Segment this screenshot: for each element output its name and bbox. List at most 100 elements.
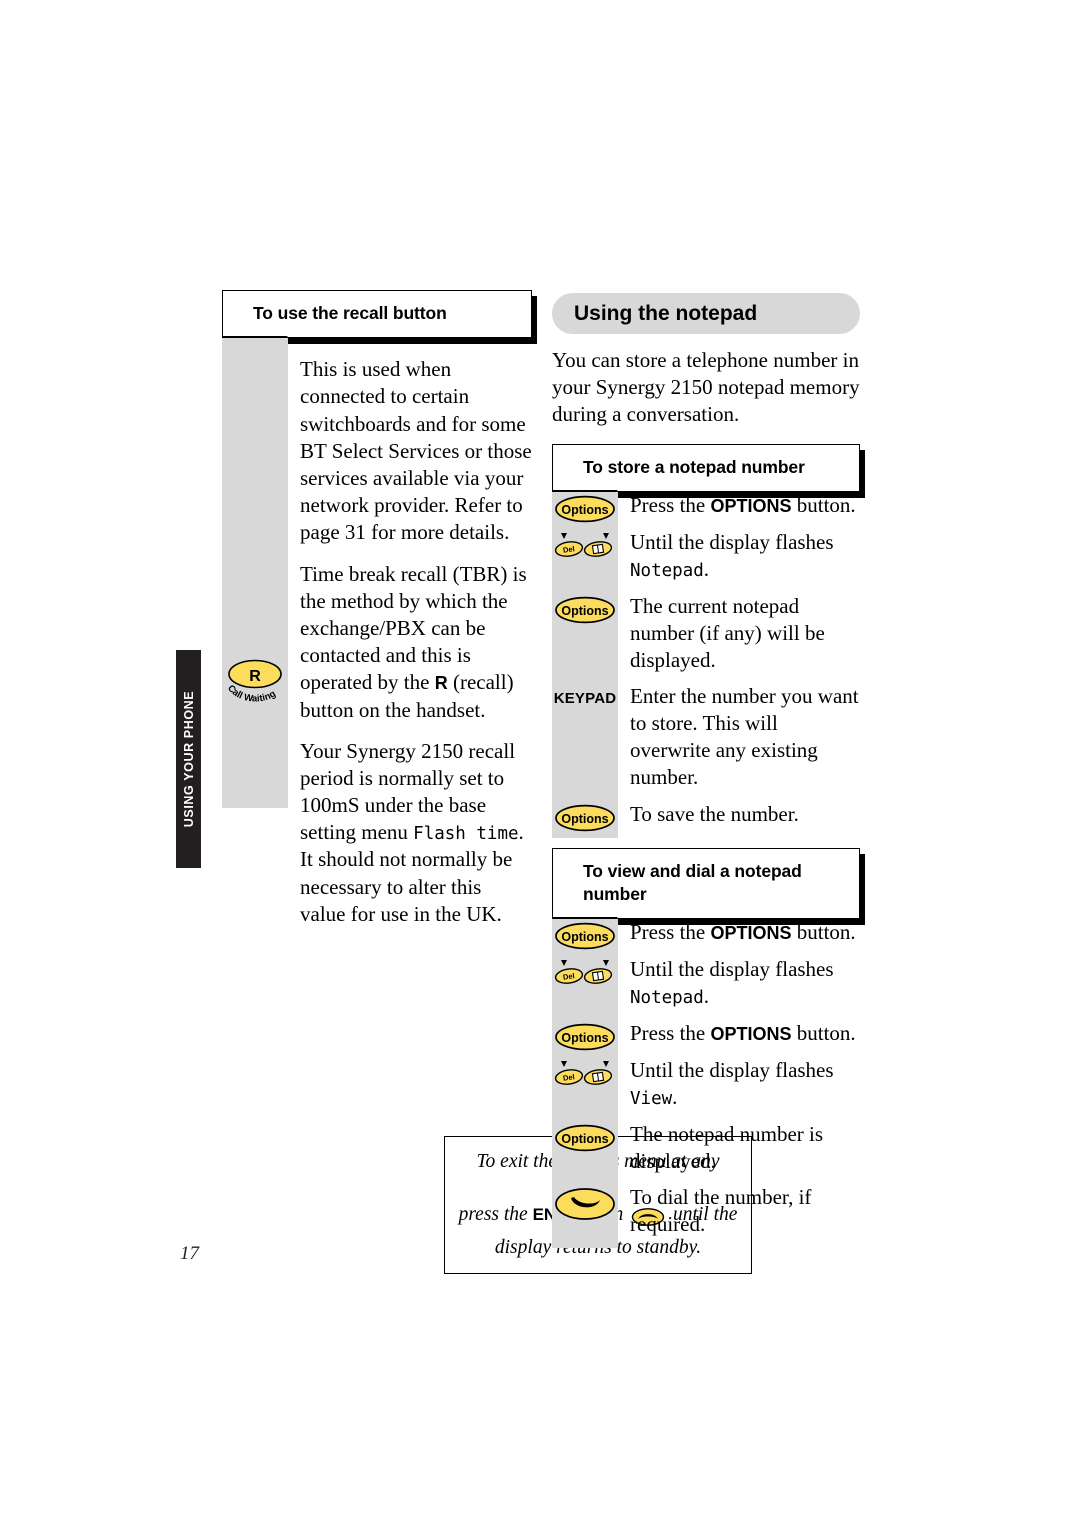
page-number: 17 (180, 1243, 199, 1264)
step-icon-cell: Del (552, 529, 618, 567)
step-row: Del Until the display flashes Notepad. (552, 956, 860, 1020)
step-text: Until the display flashes Notepad. (618, 956, 860, 1020)
left-body-text: This is used when connected to certain s… (300, 338, 532, 928)
svg-text:Options: Options (561, 812, 608, 826)
step-row: Options Press the OPTIONS button. (552, 1020, 860, 1057)
scroll-buttons-icon[interactable]: Del (553, 959, 617, 994)
step-text-tail: . (703, 984, 710, 1009)
step-icon-cell: Options (552, 919, 618, 955)
step-text: Press the OPTIONS button. (618, 1020, 860, 1057)
step-row: Del Until the display flashes View. (552, 1057, 860, 1121)
step-text: The notepad number is displayed. (618, 1121, 860, 1185)
callout-box: To use the recall button (222, 290, 532, 339)
svg-text:R: R (249, 668, 261, 685)
step-row: Options The notepad number is displayed. (552, 1121, 860, 1185)
callout-heading-recall: To use the recall button (253, 303, 447, 323)
svg-text:Options: Options (561, 1031, 608, 1045)
step-row: Options Press the OPTIONS button. (552, 919, 860, 956)
svg-text:Del: Del (562, 971, 575, 982)
step-text-pre: Press the (630, 1021, 711, 1045)
step-row: Options Press the OPTIONS button. (552, 492, 860, 529)
recall-letter-bold: R (434, 673, 448, 694)
talk-button-icon[interactable] (554, 1187, 616, 1226)
paragraph-recall-intro: This is used when connected to certain s… (300, 357, 532, 545)
lcd-display-text: View (630, 1088, 673, 1109)
step-row: To dial the number, if required. (552, 1184, 860, 1248)
left-column: To use the recall button R Call Waiting … (222, 290, 752, 1275)
svg-text:Options: Options (561, 604, 608, 618)
callout-heading-view-dial: To view and dial a notepad number (583, 860, 802, 905)
step-row: KEYPAD Enter the number you want to store… (552, 683, 860, 801)
step-text: Press the OPTIONS button. (618, 919, 860, 956)
options-button-icon[interactable]: Options (554, 1124, 616, 1157)
step-text-pre: Until the display flashes (630, 530, 834, 555)
svg-text:Options: Options (561, 1132, 608, 1146)
note-line2-pre: press the (458, 1204, 533, 1226)
scroll-buttons-icon[interactable]: Del (553, 1060, 617, 1095)
step-icon-cell (552, 1184, 618, 1226)
step-text-pre: Press the (630, 920, 711, 945)
section-title-pill: Using the notepad (552, 293, 860, 334)
callout-view-dial-notepad: To view and dial a notepad number (552, 847, 865, 944)
svg-text:Del: Del (562, 1072, 575, 1083)
step-text: Press the OPTIONS button. (618, 492, 860, 529)
step-text-post: button. (791, 1021, 856, 1045)
options-button-icon[interactable]: Options (554, 495, 616, 528)
step-icon-cell: Del (552, 956, 618, 994)
step-text-pre: To save the number. (630, 801, 799, 826)
options-button-icon[interactable]: Options (554, 1023, 616, 1056)
step-text: Until the display flashes View. (618, 1057, 860, 1121)
step-text: To dial the number, if required. (618, 1184, 860, 1248)
options-button-icon[interactable]: Options (554, 596, 616, 629)
callout-store-notepad: To store a notepad number (552, 443, 865, 517)
left-body: R Call Waiting This is used when connect… (222, 338, 532, 928)
left-grey-rail (222, 338, 288, 809)
step-text: Enter the number you want to store. This… (618, 683, 860, 801)
svg-text:Options: Options (561, 930, 608, 944)
step-text-bold: OPTIONS (710, 496, 792, 517)
callout-recall-button: To use the recall button (222, 290, 537, 363)
step-text-bold: OPTIONS (710, 923, 792, 944)
page-title: Using the notepad (574, 301, 758, 325)
step-text-post: button. (791, 920, 856, 945)
lcd-flash-time: Flash time (413, 824, 519, 845)
step-icon-cell: KEYPAD (552, 683, 618, 707)
intro-paragraph: You can store a telephone number in your… (552, 348, 860, 426)
step-text-tail: . (672, 1084, 678, 1109)
section-thumb-tab: USING YOUR PHONE (176, 650, 201, 868)
scroll-buttons-icon[interactable]: Del (553, 532, 617, 567)
step-row: Del Until the display flashes Notepad. (552, 529, 860, 593)
step-text: The current notepad number (if any) will… (618, 593, 860, 684)
paragraph-recall-period: Your Synergy 2150 recall period is norma… (300, 738, 532, 928)
step-text-pre: To dial the number, if required. (630, 1185, 812, 1237)
step-icon-cell: Options (552, 801, 618, 837)
step-text-pre: Until the display flashes (630, 1057, 834, 1082)
options-button-icon[interactable]: Options (554, 804, 616, 837)
step-icon-cell: Del (552, 1057, 618, 1095)
svg-text:Options: Options (561, 503, 608, 517)
step-text-pre: The notepad number is displayed. (630, 1121, 824, 1173)
step-text-bold: OPTIONS (710, 1024, 792, 1044)
section-thumb-tab-label: USING YOUR PHONE (181, 690, 196, 828)
lcd-display-text: Notepad (630, 560, 704, 581)
step-text-pre: Press the (630, 493, 711, 518)
steps-list-view-dial: Options Press the OPTIONS button. Del Until… (552, 919, 860, 1249)
step-text-pre: The current notepad number (if any) will… (630, 593, 825, 672)
step-row: Options To save the number. (552, 801, 860, 838)
callout-box: To store a notepad number (552, 443, 860, 493)
step-text-post: button. (791, 493, 856, 518)
step-icon-cell: Options (552, 1121, 618, 1157)
options-button-icon[interactable]: Options (554, 922, 616, 955)
callout-heading-store: To store a notepad number (583, 456, 805, 477)
steps-list-store: Options Press the OPTIONS button. Del Until… (552, 492, 860, 838)
step-icon-cell: Options (552, 492, 618, 528)
step-icon-cell: Options (552, 593, 618, 629)
step-row: Options The current notepad number (if an… (552, 593, 860, 684)
recall-call-waiting-key-icon: R Call Waiting (223, 656, 287, 710)
svg-text:Del: Del (562, 544, 575, 555)
keypad-label: KEYPAD (553, 690, 617, 708)
callout-box: To view and dial a notepad number (552, 847, 860, 920)
step-text: Until the display flashes Notepad. (618, 529, 860, 593)
step-text-pre: Until the display flashes (630, 957, 834, 982)
step-text-pre: Enter the number you want to store. This… (630, 684, 859, 790)
